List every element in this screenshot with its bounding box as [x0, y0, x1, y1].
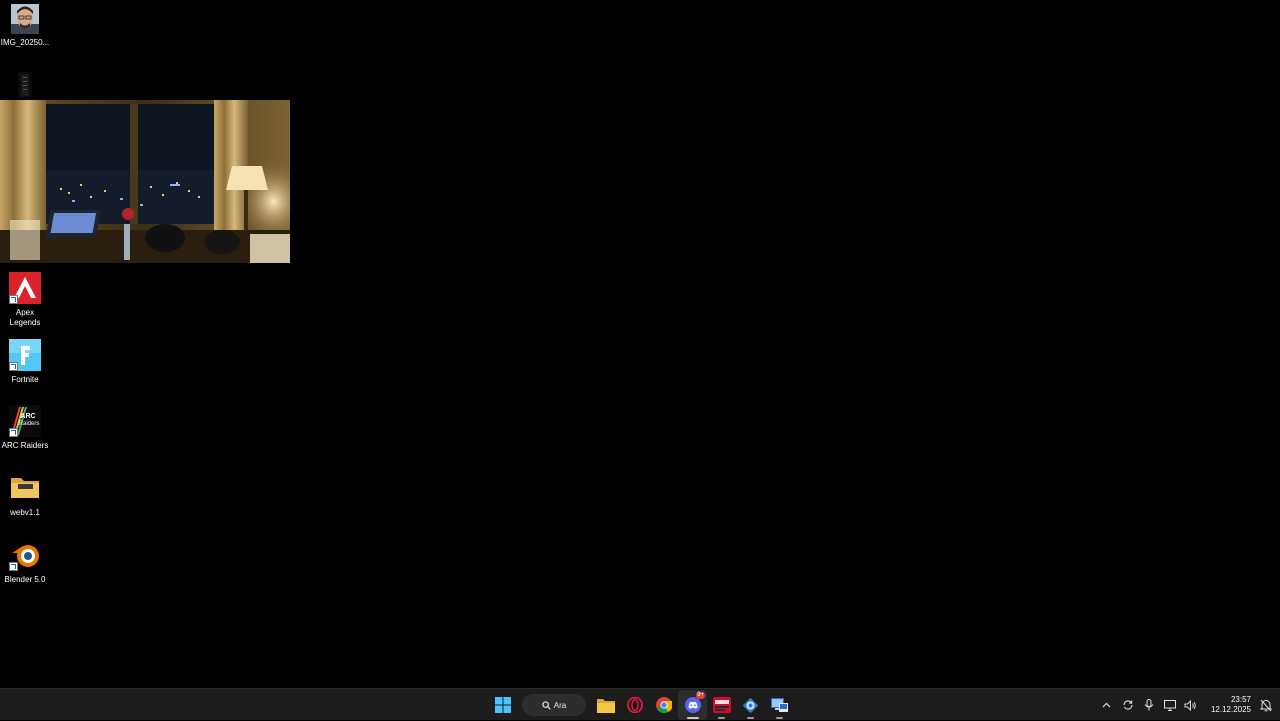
taskbar-file-explorer[interactable] [591, 690, 620, 720]
blender-icon [9, 539, 41, 571]
red-game-app-icon [712, 697, 731, 713]
svg-text:Raiders: Raiders [19, 421, 40, 427]
sync-icon [1122, 700, 1133, 710]
remote-desktop-icon [771, 698, 788, 712]
taskbar-game-app[interactable] [707, 690, 736, 720]
system-tray: 23:57 12.12.2025 [1096, 689, 1280, 721]
shortcut-arrow-icon [9, 562, 18, 571]
portrait-photo-icon [11, 4, 39, 34]
desktop-icon-blender[interactable]: Blender 5.0 [0, 539, 50, 585]
desktop-icon-webv1-folder[interactable]: webv1.1 [0, 472, 50, 518]
start-button[interactable] [488, 690, 517, 720]
notification-center-button[interactable] [1255, 690, 1276, 720]
taskbar-remote-desktop[interactable] [765, 690, 794, 720]
show-hidden-icons-button[interactable] [1096, 690, 1117, 720]
desktop-icon-arc-raiders[interactable]: ARC Raiders ARC Raiders [0, 405, 50, 451]
dark-phone-photo-icon [18, 72, 32, 98]
desktop-icon-label: Fortnite [11, 375, 39, 384]
desktop-icon-apex-legends[interactable]: Apex Legends [0, 272, 50, 328]
taskbar-network-app[interactable] [736, 690, 765, 720]
desktop-icon-dark-photo[interactable] [0, 72, 50, 98]
windows-logo-icon [494, 697, 511, 713]
volume-icon [1184, 699, 1196, 711]
clock-time: 23:57 [1230, 695, 1251, 704]
taskbar-clock[interactable]: 23:57 12.12.2025 [1207, 695, 1251, 715]
search-icon [542, 700, 551, 710]
desktop-icon-img[interactable]: IMG_20250... [0, 4, 50, 48]
microphone-tray-button[interactable] [1138, 690, 1159, 720]
network-tray-button[interactable] [1159, 690, 1180, 720]
taskbar-chrome[interactable] [649, 690, 678, 720]
desktop-icon-label: IMG_20250... [0, 38, 50, 47]
apex-legends-icon [9, 272, 41, 304]
search-label: Ara [553, 700, 567, 710]
taskbar-apps: Ara 9+ [488, 689, 794, 721]
discord-badge: 9+ [696, 692, 705, 699]
opera-icon [626, 697, 643, 713]
chevron-up-icon [1102, 702, 1111, 708]
desktop-icon-label: webv1.1 [10, 508, 40, 517]
folder-icon [596, 698, 615, 713]
desktop-icon-label: ARC Raiders [1, 441, 49, 450]
arc-raiders-icon: ARC Raiders [9, 405, 41, 437]
taskbar-opera-gx[interactable] [620, 690, 649, 720]
shortcut-arrow-icon [9, 428, 18, 437]
desktop-icon-label: Blender 5.0 [4, 575, 46, 584]
shortcut-arrow-icon [9, 362, 18, 371]
taskbar-discord[interactable]: 9+ [678, 690, 707, 720]
desktop-icon-label: Apex Legends [9, 308, 41, 327]
clock-date: 12.12.2025 [1210, 705, 1251, 714]
microphone-icon [1144, 699, 1153, 711]
hotel-room-night-view-image [0, 100, 290, 263]
network-icon [1163, 699, 1176, 711]
svg-text:ARC: ARC [20, 413, 35, 420]
folder-icon [9, 472, 41, 504]
volume-tray-button[interactable] [1180, 690, 1201, 720]
sync-tray-button[interactable] [1117, 690, 1138, 720]
network-globe-icon [742, 697, 759, 713]
fortnite-icon [9, 339, 41, 371]
desktop[interactable]: IMG_20250... Apex Legends Fortnite ARC R… [0, 0, 1280, 688]
notification-icon [1259, 699, 1272, 711]
taskbar-search[interactable]: Ara [522, 694, 586, 716]
shortcut-arrow-icon [9, 295, 18, 304]
taskbar: Ara 9+ 23:57 12.12.2025 [0, 688, 1280, 720]
chrome-icon [655, 697, 672, 713]
desktop-icon-fortnite[interactable]: Fortnite [0, 339, 50, 385]
